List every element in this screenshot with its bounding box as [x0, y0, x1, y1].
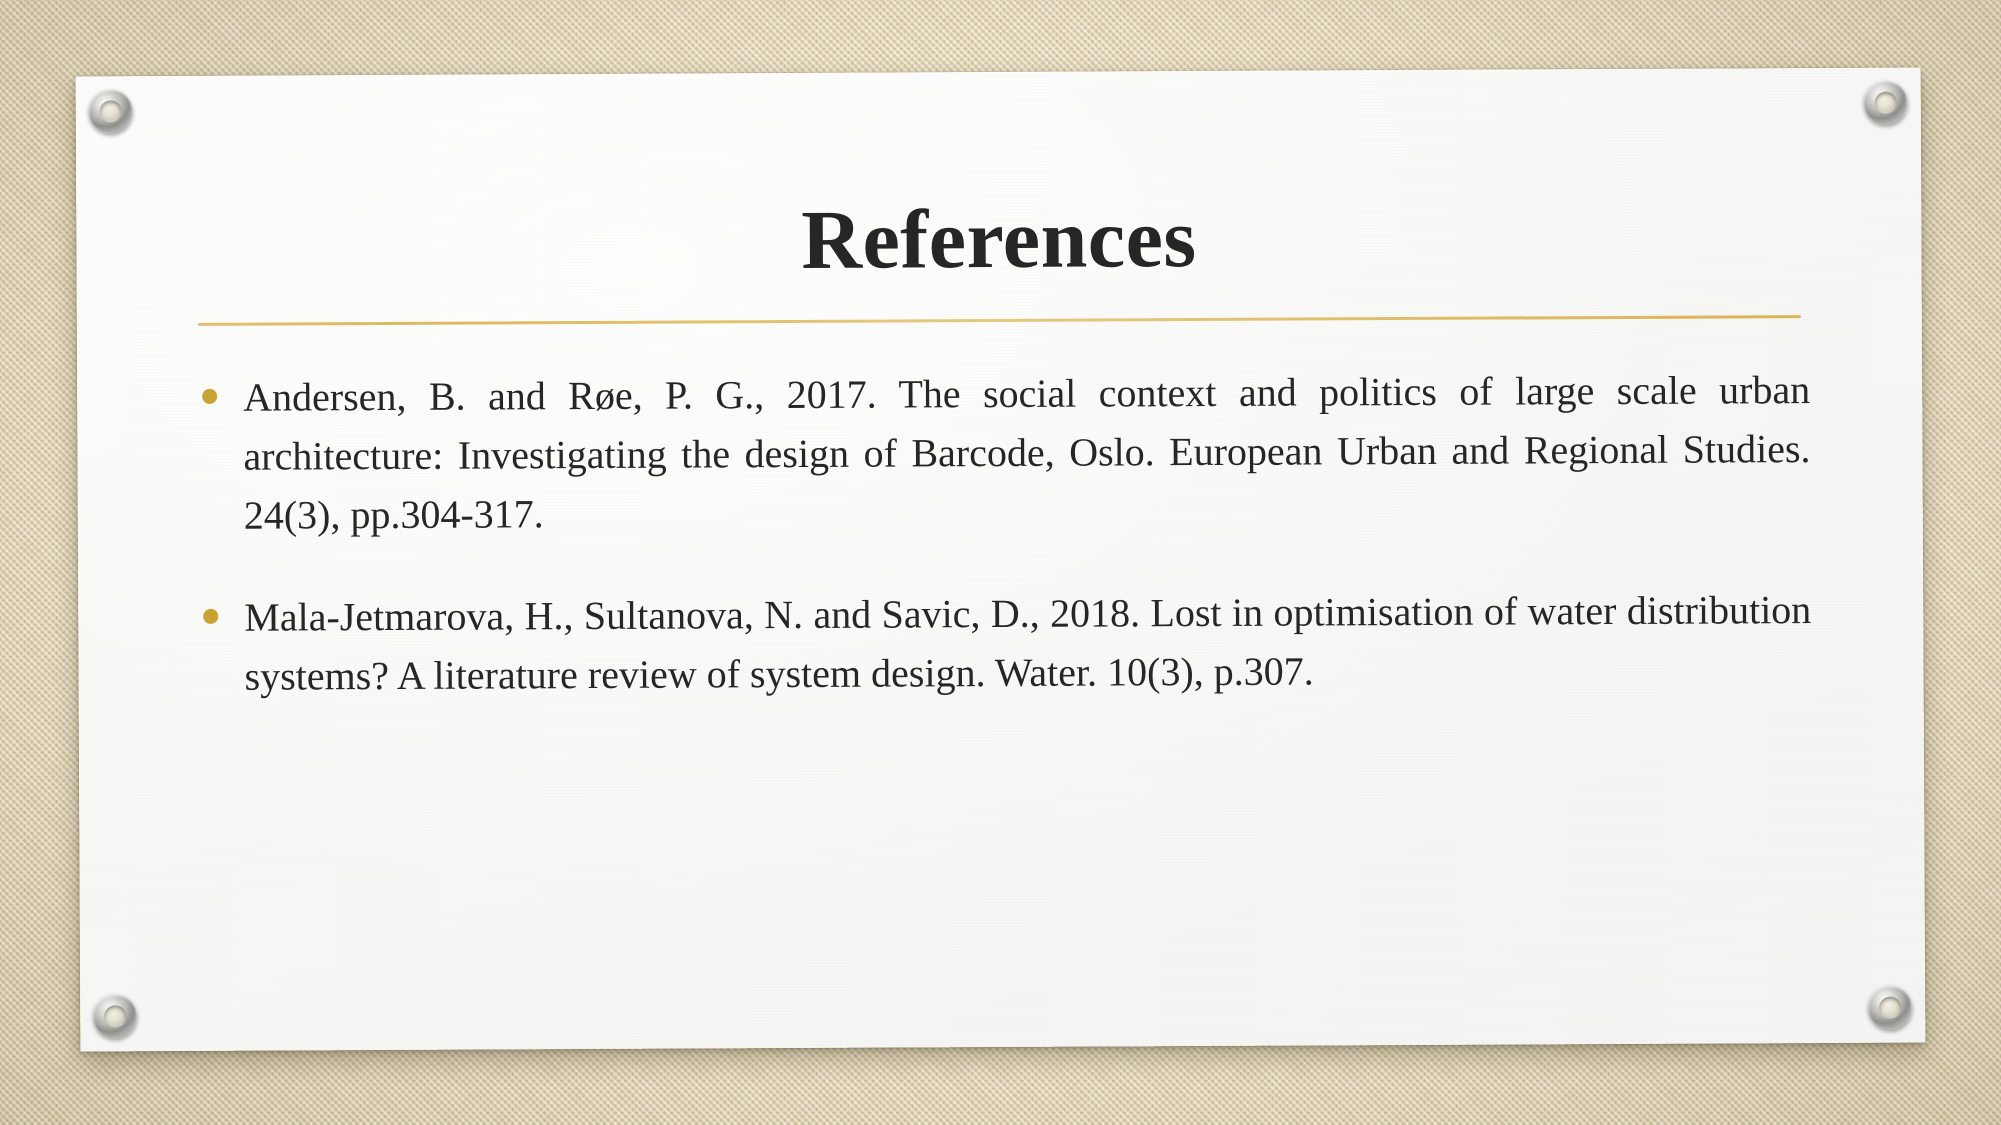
bullet-dot-icon	[203, 609, 219, 625]
reference-text: Mala-Jetmarova, H., Sultanova, N. and Sa…	[244, 587, 1812, 699]
slide-stage: References Andersen, B. and Røe, P. G., …	[0, 0, 2001, 1125]
reference-text: Andersen, B. and Røe, P. G., 2017. The s…	[243, 367, 1811, 538]
page-title: References	[801, 192, 1197, 288]
slide-card: References Andersen, B. and Røe, P. G., …	[75, 67, 1926, 1052]
list-item: Mala-Jetmarova, H., Sultanova, N. and Sa…	[199, 581, 1812, 706]
title-divider	[197, 315, 1801, 326]
reference-list: Andersen, B. and Røe, P. G., 2017. The s…	[198, 361, 1812, 707]
bullet-dot-icon	[202, 388, 218, 404]
list-item: Andersen, B. and Røe, P. G., 2017. The s…	[198, 361, 1811, 545]
slide-content: References Andersen, B. and Røe, P. G., …	[76, 67, 1926, 1051]
